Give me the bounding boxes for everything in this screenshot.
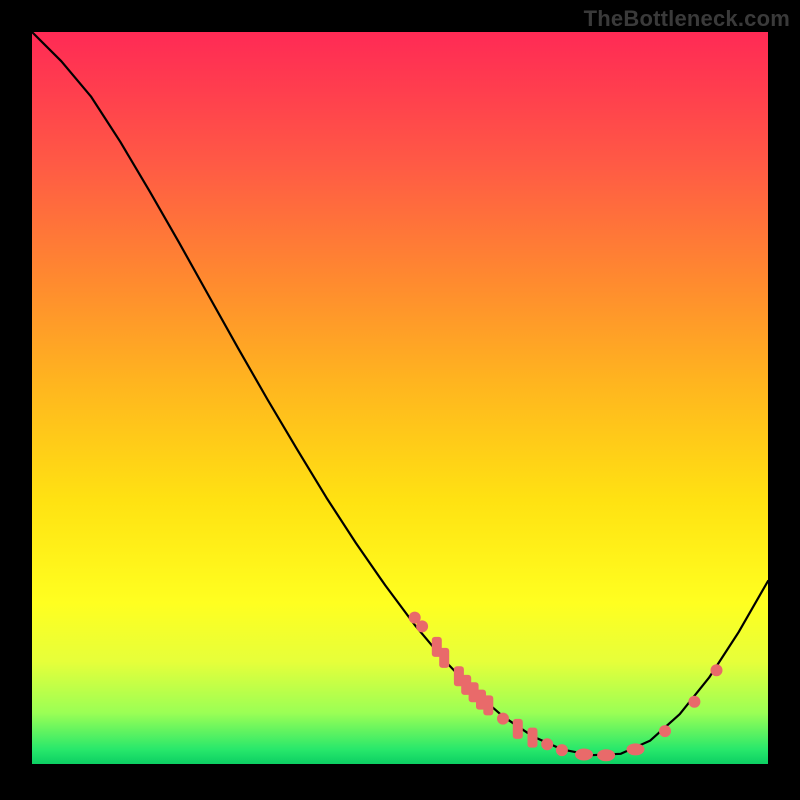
curve-marker	[711, 664, 723, 676]
curve-marker	[688, 696, 700, 708]
curve-marker	[597, 749, 615, 761]
curve-marker	[528, 728, 538, 748]
curve-marker	[416, 620, 428, 632]
curve-markers	[409, 612, 723, 762]
curve-marker	[575, 749, 593, 761]
curve-marker	[483, 695, 493, 715]
curve-marker	[627, 743, 645, 755]
chart-frame: TheBottleneck.com	[0, 0, 800, 800]
bottleneck-curve	[32, 32, 768, 755]
curve-marker	[513, 719, 523, 739]
plot-area	[32, 32, 768, 764]
watermark-text: TheBottleneck.com	[584, 6, 790, 32]
curve-marker	[556, 744, 568, 756]
curve-marker	[439, 648, 449, 668]
curve-marker	[541, 738, 553, 750]
curve-marker	[659, 725, 671, 737]
chart-svg	[32, 32, 768, 764]
curve-marker	[497, 713, 509, 725]
